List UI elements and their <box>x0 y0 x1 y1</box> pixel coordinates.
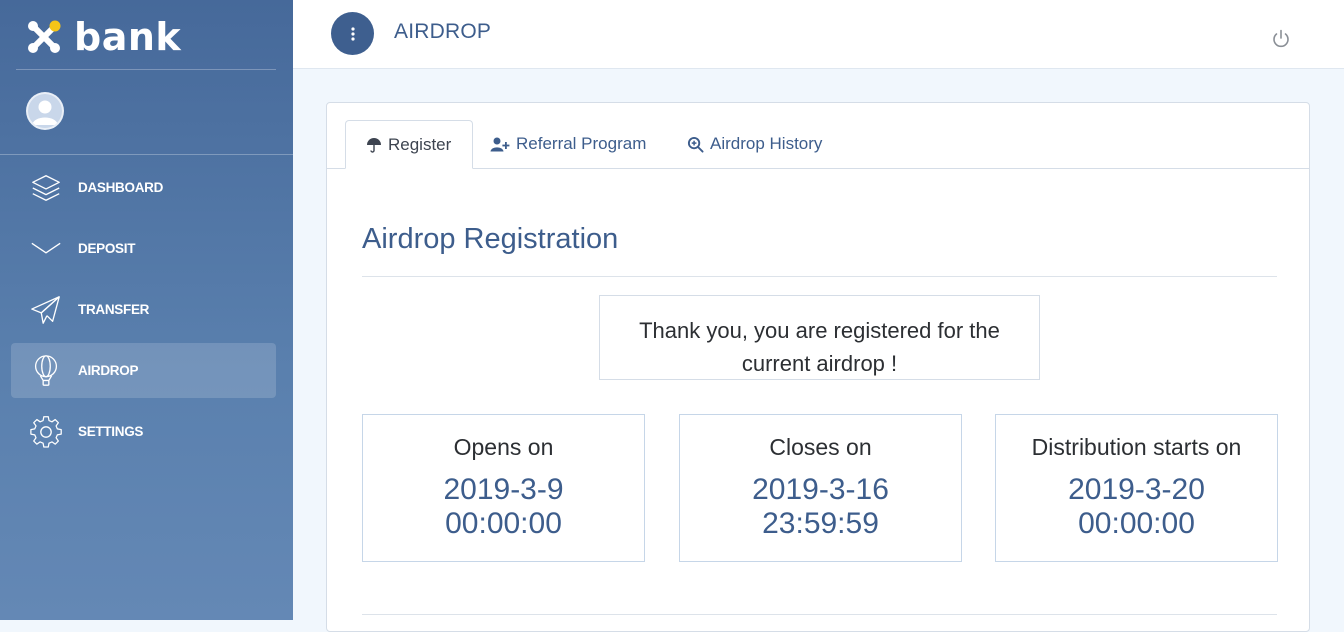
brand[interactable]: bank <box>26 14 181 60</box>
section-title: Airdrop Registration <box>362 223 619 255</box>
time-text: 00:00:00 <box>1078 507 1195 540</box>
balloon-icon <box>28 353 64 389</box>
distribution-starts-box: Distribution starts on 2019-3-20 00:00:0… <box>995 414 1278 562</box>
sidebar-divider <box>0 154 293 155</box>
tab-label: Register <box>388 134 452 154</box>
sidebar-item-label: DEPOSIT <box>78 241 136 256</box>
date-label: Distribution starts on <box>1031 434 1242 460</box>
layers-icon <box>28 170 64 206</box>
time-text: 23:59:59 <box>762 507 879 540</box>
sidebar-item-settings[interactable]: SETTINGS <box>11 404 276 459</box>
user-plus-icon <box>490 137 510 152</box>
power-icon[interactable] <box>1270 28 1292 50</box>
brand-name: bank <box>74 15 182 59</box>
sidebar-item-label: DASHBOARD <box>78 180 164 195</box>
registration-notice: Thank you, you are registered for the cu… <box>599 295 1040 380</box>
date-text: 2019-3-16 <box>752 473 889 506</box>
tab-register[interactable]: Register <box>345 120 473 169</box>
date-label: Opens on <box>453 434 554 460</box>
date-value: 2019-3-16 23:59:59 <box>680 473 961 541</box>
date-text: 2019-3-9 <box>443 473 564 506</box>
sidebar-item-label: SETTINGS <box>78 424 144 439</box>
sidebar-item-dashboard[interactable]: DASHBOARD <box>11 160 276 215</box>
sidebar-nav: DASHBOARD DEPOSIT TRANSFER AIRDROP SETTI… <box>11 160 276 465</box>
avatar[interactable] <box>26 92 64 130</box>
tab-label: Airdrop History <box>710 134 823 153</box>
sidebar-item-label: AIRDROP <box>78 363 139 378</box>
sidebar: bank DASHBOARD DEPOSIT TRANSFER AIRDROP … <box>0 0 293 620</box>
sidebar-item-deposit[interactable]: DEPOSIT <box>11 221 276 276</box>
top-header: AIRDROP <box>293 0 1344 69</box>
tab-referral-program[interactable]: Referral Program <box>490 120 646 168</box>
more-vertical-icon <box>350 26 355 41</box>
airdrop-card: Register Referral Program Airdrop Histor… <box>326 102 1310 632</box>
notice-line: current airdrop ! <box>741 351 898 376</box>
sidebar-item-transfer[interactable]: TRANSFER <box>11 282 276 337</box>
divider <box>362 276 1277 277</box>
tab-airdrop-history[interactable]: Airdrop History <box>687 120 822 168</box>
user-icon <box>32 100 58 125</box>
sidebar-item-label: TRANSFER <box>78 302 150 317</box>
tab-bar: Register Referral Program Airdrop Histor… <box>327 120 1309 169</box>
bank-logo-icon <box>28 20 61 53</box>
date-value: 2019-3-20 00:00:00 <box>996 473 1277 541</box>
search-plus-icon <box>687 136 704 153</box>
date-label: Closes on <box>769 434 872 460</box>
menu-button[interactable] <box>331 12 374 55</box>
sidebar-divider <box>16 69 276 70</box>
closes-on-box: Closes on 2019-3-16 23:59:59 <box>679 414 962 562</box>
tab-label: Referral Program <box>516 134 647 153</box>
sidebar-item-airdrop[interactable]: AIRDROP <box>11 343 276 398</box>
date-text: 2019-3-20 <box>1068 473 1205 506</box>
time-text: 00:00:00 <box>445 507 562 540</box>
chevron-down-icon <box>28 231 64 267</box>
opens-on-box: Opens on 2019-3-9 00:00:00 <box>362 414 645 562</box>
date-value: 2019-3-9 00:00:00 <box>363 473 644 541</box>
paper-plane-icon <box>28 292 64 328</box>
notice-line: Thank you, you are registered for the <box>639 318 1000 343</box>
divider <box>362 614 1277 615</box>
gear-icon <box>28 414 64 450</box>
umbrella-icon <box>367 137 381 153</box>
page-title: AIRDROP <box>394 20 492 43</box>
